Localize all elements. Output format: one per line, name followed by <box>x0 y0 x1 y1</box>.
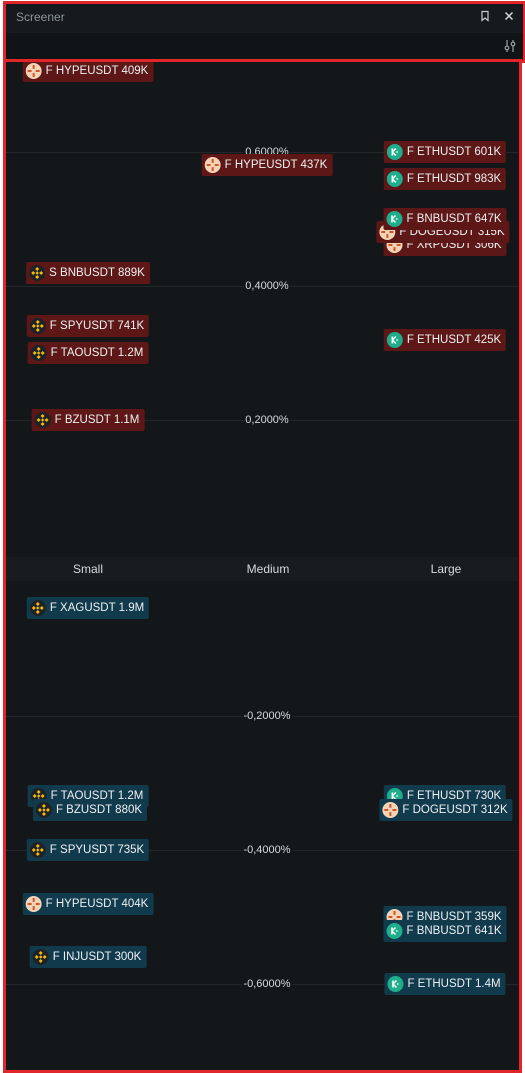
axis-label: -0,6000% <box>241 978 293 990</box>
kucoin-icon <box>387 976 404 992</box>
axis-label: -0,4000% <box>241 844 293 856</box>
ticker-pill[interactable]: F ETHUSDT 425K <box>383 329 507 351</box>
ticker-label: F HYPEUSDT 437K <box>224 159 328 171</box>
toolbar <box>6 33 523 60</box>
ticker-label: F ETHUSDT 425K <box>406 334 502 346</box>
kucoin-icon <box>386 171 403 187</box>
binance-icon <box>29 842 46 858</box>
ticker-label: F SPYUSDT 735K <box>49 844 145 856</box>
ticker-label: F BNBUSDT 641K <box>406 925 502 937</box>
ticker-pill[interactable]: F SPYUSDT 741K <box>26 315 150 337</box>
hyperliquid-icon <box>25 63 42 79</box>
ticker-pill[interactable]: F SPYUSDT 735K <box>26 839 150 861</box>
ticker-label: F INJUSDT 300K <box>52 951 142 963</box>
ticker-pill[interactable]: F DOGEUSDT 312K <box>379 799 513 821</box>
ticker-pill[interactable]: F BZUSDT 1.1M <box>31 409 145 431</box>
ticker-label: S BNBUSDT 889K <box>49 267 145 279</box>
binance-icon <box>29 265 46 281</box>
category-large: Large <box>430 562 462 576</box>
ticker-label: F HYPEUSDT 409K <box>45 65 149 77</box>
ticker-pill[interactable]: F HYPEUSDT 409K <box>22 62 154 82</box>
ticker-pill[interactable]: F INJUSDT 300K <box>29 946 147 968</box>
ticker-label: F TAOUSDT 1.2M <box>50 347 144 359</box>
ticker-label: F BZUSDT 880K <box>55 804 143 816</box>
binance-icon <box>32 949 49 965</box>
binance-icon <box>35 802 52 818</box>
kucoin-icon <box>386 144 403 160</box>
close-icon[interactable] <box>502 10 516 24</box>
hyperliquid-icon <box>204 157 221 173</box>
kucoin-icon <box>386 923 403 939</box>
ticker-label: F XAGUSDT 1.9M <box>49 602 145 614</box>
category-small: Small <box>72 562 104 576</box>
category-medium: Medium <box>246 562 290 576</box>
binance-icon <box>29 318 46 334</box>
ticker-pill[interactable]: F BNBUSDT 641K <box>383 920 507 942</box>
screener-header: Screener <box>3 1 525 63</box>
ticker-pill[interactable]: S BNBUSDT 889K <box>26 262 150 284</box>
ticker-pill[interactable]: F BNBUSDT 647K <box>383 208 507 230</box>
ticker-pill[interactable]: F HYPEUSDT 437K <box>201 154 333 176</box>
binance-icon <box>30 345 47 361</box>
ticker-label: F SPYUSDT 741K <box>49 320 145 332</box>
ticker-label: F HYPEUSDT 404K <box>45 898 149 910</box>
title-bar: Screener <box>6 4 523 32</box>
ticker-label: F ETHUSDT 1.4M <box>407 978 501 990</box>
kucoin-icon <box>386 332 403 348</box>
screener-chart: 0,6000% 0,4000% 0,2000% -0,2000% -0,4000… <box>3 59 522 1073</box>
ticker-label: F DOGEUSDT 312K <box>402 804 508 816</box>
axis-label: 0,2000% <box>243 414 291 426</box>
ticker-pill[interactable]: F BZUSDT 880K <box>32 799 148 821</box>
binance-icon <box>29 600 46 616</box>
axis-label: -0,2000% <box>241 710 293 722</box>
hyperliquid-icon <box>382 802 399 818</box>
ticker-pill[interactable]: F ETHUSDT 1.4M <box>384 973 506 995</box>
binance-icon <box>34 412 51 428</box>
ticker-pill[interactable]: F HYPEUSDT 404K <box>22 893 154 915</box>
kucoin-icon <box>386 211 403 227</box>
bookmark-icon[interactable] <box>478 10 492 24</box>
ticker-pill[interactable]: F TAOUSDT 1.2M <box>27 342 149 364</box>
axis-label: 0,4000% <box>243 280 291 292</box>
ticker-pill[interactable]: F XAGUSDT 1.9M <box>26 597 150 619</box>
category-bar: Small Medium Large <box>6 557 519 581</box>
ticker-label: F BZUSDT 1.1M <box>54 414 140 426</box>
ticker-pill[interactable]: F ETHUSDT 983K <box>383 168 507 190</box>
window-title: Screener <box>16 10 65 24</box>
ticker-label: F ETHUSDT 983K <box>406 173 502 185</box>
ticker-pill[interactable]: F ETHUSDT 601K <box>383 141 507 163</box>
hyperliquid-icon <box>25 896 42 912</box>
filter-settings-icon[interactable] <box>503 39 517 53</box>
ticker-label: F ETHUSDT 601K <box>406 146 502 158</box>
ticker-label: F BNBUSDT 647K <box>406 213 502 225</box>
